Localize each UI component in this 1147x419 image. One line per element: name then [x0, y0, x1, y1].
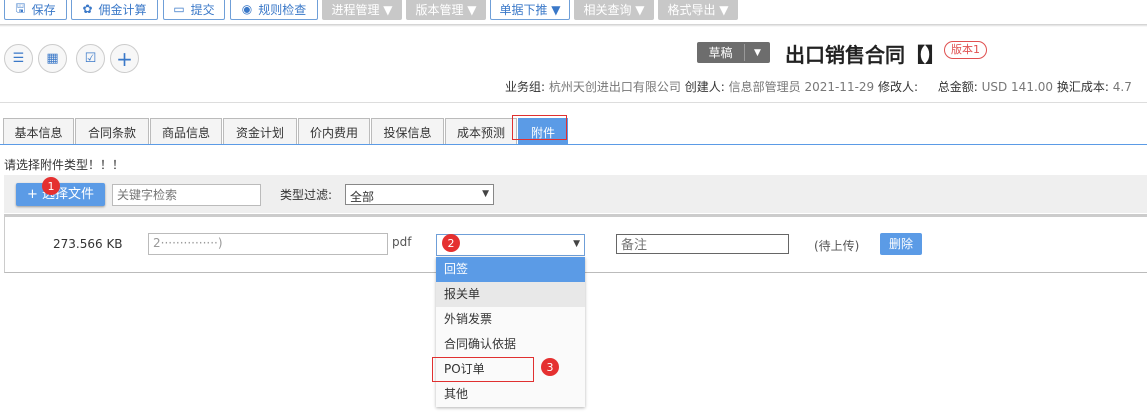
annotation-badge-2: 2: [442, 234, 460, 252]
info-line: 业务组: 杭州天创进出口有限公司 创建人: 信息部管理员 2021-11-29 …: [505, 78, 1132, 95]
tab-4[interactable]: 价内费用: [298, 118, 370, 145]
annotation-box-tab: [512, 115, 567, 140]
toolbar-button-3[interactable]: ◉ 规则检查: [230, 0, 318, 20]
calendar-icon[interactable]: ▦: [38, 44, 67, 73]
toolbar-button-2[interactable]: ▭ 提交: [163, 0, 225, 20]
attachment-type-dropdown: 回签 报关单 外销发票 合同确认依据 PO订单 其他: [436, 257, 585, 407]
type-filter-value: 全部: [350, 190, 375, 204]
toolbar-button-label: 版本管理 ▼: [415, 2, 477, 17]
toolbar-button-label: 进程管理 ▼: [331, 2, 393, 17]
keyword-search-input[interactable]: [112, 184, 261, 206]
attachment-warning: 请选择附件类型！！！: [4, 158, 125, 172]
file-extension: pdf: [392, 235, 412, 249]
toolbar-button-label: 相关查询 ▼: [583, 2, 645, 17]
page-title: 出口销售合同【】: [785, 43, 945, 67]
toolbar-button-1[interactable]: ✿ 佣金计算: [71, 0, 158, 20]
delete-button[interactable]: 删除: [880, 233, 922, 255]
save-icon: 🖫: [15, 0, 26, 15]
creator-label: 创建人:: [684, 80, 725, 94]
toolbar-button-label: 格式导出 ▼: [667, 2, 729, 17]
clipboard-check-icon[interactable]: ☑: [76, 44, 105, 73]
square-icon: ▭: [173, 2, 185, 16]
gear-icon: ✿: [82, 2, 93, 16]
tab-5[interactable]: 投保信息: [371, 118, 444, 145]
type-filter-select[interactable]: 全部 ▼: [345, 184, 494, 205]
total-value: USD 141.00: [981, 80, 1054, 94]
modifier-label: 修改人:: [878, 80, 919, 94]
annotation-badge-1: 1: [42, 177, 60, 195]
select-file-button[interactable]: + 选择文件: [16, 183, 105, 206]
annotation-box-po: [432, 357, 534, 382]
toolbar-divider: [0, 24, 1147, 27]
toolbar-button-4[interactable]: 进程管理 ▼: [322, 0, 402, 20]
group-label: 业务组:: [505, 80, 546, 94]
dropdown-option[interactable]: 报关单: [436, 282, 585, 307]
date-value: 2021-11-29: [804, 80, 875, 94]
type-filter-label: 类型过滤:: [280, 188, 333, 202]
creator-value: 信息部管理员: [728, 80, 801, 94]
filename-input[interactable]: 2···············): [148, 233, 388, 255]
tab-3[interactable]: 资金计划: [223, 118, 297, 145]
version-badge: 版本1: [944, 41, 987, 59]
dropdown-option[interactable]: 回签: [436, 257, 585, 282]
chevron-down-icon[interactable]: ▼: [745, 48, 770, 58]
toolbar-button-label: 保存: [31, 2, 56, 17]
upload-status: (待上传): [814, 239, 860, 253]
exch-value: 4.7: [1112, 80, 1132, 94]
list-icon[interactable]: ☰: [4, 44, 33, 73]
toolbar-button-label: 提交: [190, 2, 215, 17]
exch-label: 换汇成本:: [1056, 80, 1109, 94]
eye-icon: ◉: [241, 2, 253, 16]
toolbar-button-label: 佣金计算: [98, 2, 147, 17]
annotation-badge-3: 3: [541, 358, 559, 376]
file-size: 273.566 KB: [53, 237, 123, 251]
total-label: 总金额:: [937, 80, 978, 94]
dropdown-option[interactable]: 外销发票: [436, 307, 585, 332]
toolbar-button-label: 规则检查: [258, 2, 307, 17]
toolbar-button-6[interactable]: 单据下推 ▼: [490, 0, 570, 20]
toolbar-button-label: 单据下推 ▼: [499, 2, 561, 17]
dropdown-option[interactable]: 其他: [436, 382, 585, 407]
status-dropdown[interactable]: 草稿 ▼: [697, 42, 770, 63]
tab-underline: [0, 144, 1147, 145]
toolbar-button-7[interactable]: 相关查询 ▼: [574, 0, 654, 20]
tab-6[interactable]: 成本预测: [445, 118, 517, 145]
chevron-down-icon: ▼: [573, 239, 580, 249]
dropdown-option[interactable]: 合同确认依据: [436, 332, 585, 357]
tab-0[interactable]: 基本信息: [3, 118, 74, 145]
tab-2[interactable]: 商品信息: [150, 118, 222, 145]
status-label: 草稿: [697, 44, 745, 61]
chevron-down-icon: ▼: [482, 189, 489, 199]
toolbar-button-0[interactable]: 🖫 保存: [4, 0, 67, 20]
group-value: 杭州天创进出口有限公司: [548, 80, 681, 94]
header-divider: [0, 102, 1147, 103]
plus-icon[interactable]: +: [110, 44, 139, 73]
toolbar-button-8[interactable]: 格式导出 ▼: [658, 0, 738, 20]
tab-1[interactable]: 合同条款: [75, 118, 149, 145]
note-input[interactable]: [616, 234, 789, 254]
toolbar-button-5[interactable]: 版本管理 ▼: [406, 0, 486, 20]
